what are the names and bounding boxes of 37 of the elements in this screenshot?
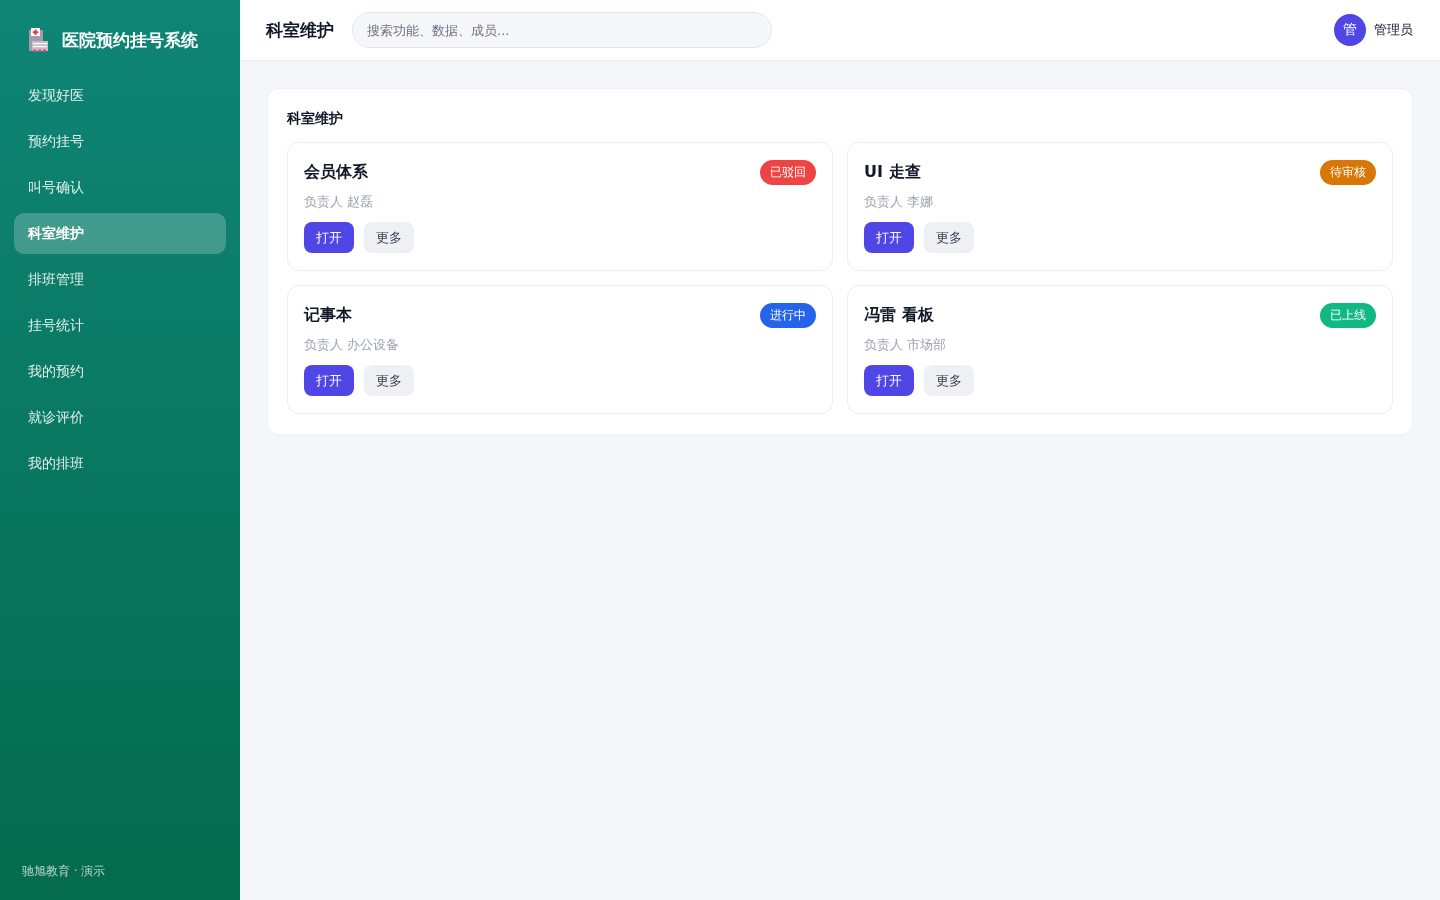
open-button[interactable]: 打开 [304, 222, 354, 253]
user-name: 管理员 [1374, 21, 1413, 39]
status-badge: 待审核 [1320, 159, 1376, 185]
owner-text: 负责人 办公设备 [304, 336, 401, 354]
card-title: UI 走查 [864, 161, 921, 183]
footer-text: 驰旭教育 · 演示 [21, 863, 106, 880]
nav-item[interactable]: 我的排班 [14, 443, 226, 484]
nav-item[interactable]: 挂号统计 [14, 305, 226, 346]
more-button[interactable]: 更多 [364, 365, 414, 396]
card-title: 记事本 [304, 304, 352, 326]
status-badge: 已上线 [1320, 302, 1376, 328]
open-button[interactable]: 打开 [864, 365, 914, 396]
nav-item[interactable]: 我的预约 [14, 351, 226, 392]
user-avatar[interactable]: 管 [1334, 14, 1366, 46]
nav-item[interactable]: 预约挂号 [14, 121, 226, 162]
open-button[interactable]: 打开 [304, 365, 354, 396]
page-title: 科室维护 [266, 18, 334, 42]
more-button[interactable]: 更多 [364, 222, 414, 253]
search-field[interactable]: 搜索功能、数据、成员... [352, 12, 772, 48]
owner-text: 负责人 赵磊 [304, 193, 375, 211]
status-badge: 已驳回 [760, 159, 816, 185]
hospital-icon [28, 28, 48, 52]
owner-text: 负责人 市场部 [864, 336, 948, 354]
more-button[interactable]: 更多 [924, 365, 974, 396]
nav-item[interactable]: 就诊评价 [14, 397, 226, 438]
status-badge: 进行中 [760, 302, 816, 328]
owner-text: 负责人 李娜 [864, 193, 935, 211]
open-button[interactable]: 打开 [864, 222, 914, 253]
nav-item[interactable]: 科室维护 [14, 213, 226, 254]
card-title: 冯雷 看板 [864, 304, 934, 326]
nav-item[interactable]: 发现好医 [14, 75, 226, 116]
nav-item[interactable]: 排班管理 [14, 259, 226, 300]
panel-title: 科室维护 [287, 109, 344, 128]
card-title: 会员体系 [304, 161, 368, 183]
app-title: 医院预约挂号系统 [62, 28, 198, 52]
more-button[interactable]: 更多 [924, 222, 974, 253]
nav-item[interactable]: 叫号确认 [14, 167, 226, 208]
